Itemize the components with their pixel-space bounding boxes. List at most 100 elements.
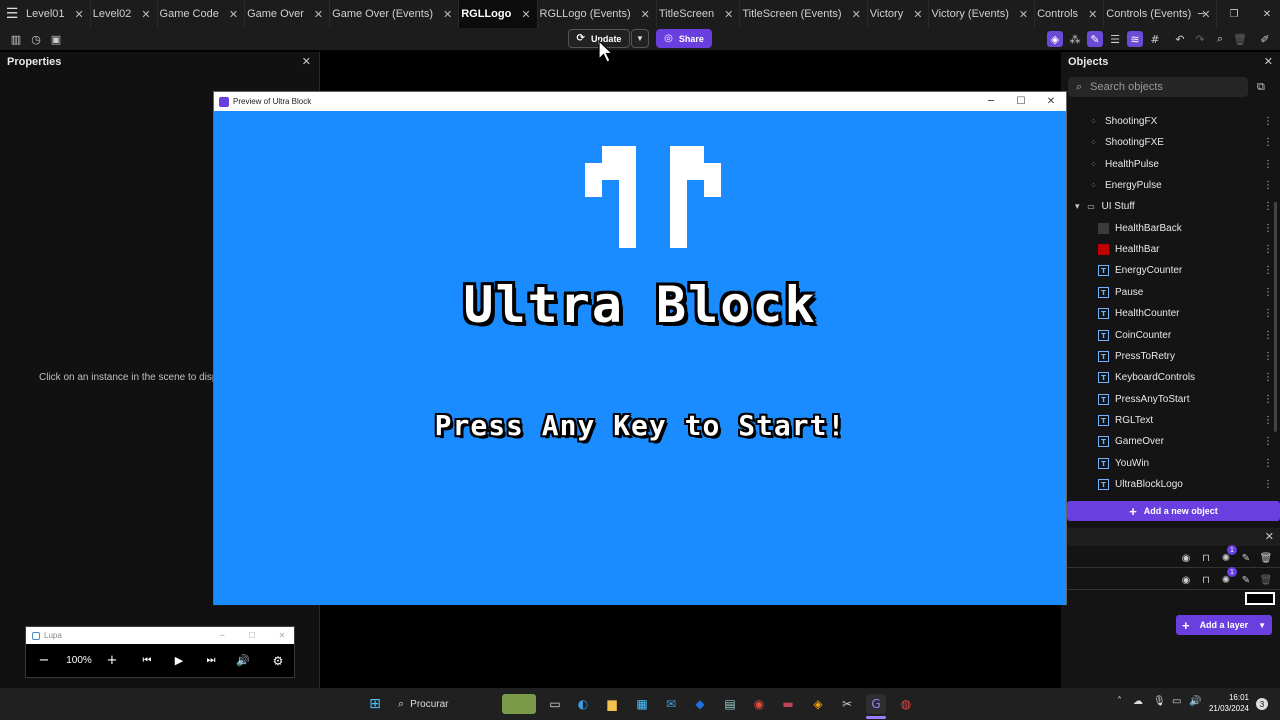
taskbar-search[interactable]: ⌕ Procurar <box>392 694 492 714</box>
more-options-icon[interactable]: ⋮ <box>1263 180 1273 191</box>
widgets-icon[interactable] <box>502 694 536 714</box>
object-list-item[interactable]: T KeyboardControls ⋮ <box>1061 367 1273 388</box>
settings-gear-icon[interactable]: ⚙ <box>268 644 288 677</box>
search-input[interactable] <box>1090 81 1231 93</box>
close-tab-icon[interactable]: ✕ <box>443 8 452 21</box>
edge-browser-icon[interactable]: ◐ <box>573 694 593 714</box>
close-tab-icon[interactable]: ✕ <box>229 8 238 21</box>
folder-expand-icon[interactable]: ▾ <box>1075 202 1080 212</box>
add-layer-button[interactable]: + Add a layer ▼ <box>1176 615 1272 635</box>
tab-game-code[interactable]: Game Code ✕ <box>158 0 246 28</box>
close-icon[interactable]: ✕ <box>302 55 311 68</box>
minimize-window-icon[interactable]: ─ <box>1190 0 1212 28</box>
more-options-icon[interactable]: ⋮ <box>1263 415 1273 426</box>
layers-icon[interactable]: ≋ <box>1127 31 1143 47</box>
close-tab-icon[interactable]: ✕ <box>852 8 861 21</box>
object-folder[interactable]: ▾ ▭ UI Stuff ⋮ <box>1061 196 1273 217</box>
preview-options-dropdown[interactable]: ▼ <box>631 29 649 48</box>
more-options-icon[interactable]: ⋮ <box>1263 137 1273 148</box>
layer-row[interactable]: ◉ ⊓ ✺ 1 ✎ 🗑 <box>1061 545 1280 568</box>
object-list-item[interactable]: T EnergyCounter ⋮ <box>1061 260 1273 281</box>
eye-icon[interactable]: ◉ <box>1179 573 1193 587</box>
close-icon[interactable]: ✕ <box>1264 55 1273 68</box>
tab-rgllogo[interactable]: RGLLogo ✕ <box>459 0 538 28</box>
tab-game-over-events[interactable]: Game Over (Events) ✕ <box>330 0 460 28</box>
recorder-icon[interactable]: ◍ <box>896 694 916 714</box>
more-options-icon[interactable]: ⋮ <box>1263 436 1273 447</box>
zoom-in-icon[interactable]: + <box>102 644 122 677</box>
tab-game-over[interactable]: Game Over ✕ <box>245 0 331 28</box>
chrome-icon[interactable]: ◉ <box>749 694 769 714</box>
close-tab-icon[interactable]: ✕ <box>641 8 650 21</box>
effects-icon[interactable]: ✺ 1 <box>1219 567 1237 587</box>
minimize-icon[interactable]: ─ <box>976 92 1006 111</box>
play-icon[interactable]: ▶ <box>169 644 189 677</box>
hamburger-menu-icon[interactable]: ☰ <box>0 0 24 28</box>
object-list-item[interactable]: T Pause ⋮ <box>1061 282 1273 303</box>
delete-layer-icon[interactable]: 🗑 <box>1259 551 1273 565</box>
more-options-icon[interactable]: ⋮ <box>1263 351 1273 362</box>
object-list-item[interactable]: T RGLText ⋮ <box>1061 410 1273 431</box>
microsoft-store-icon[interactable]: ▦ <box>632 694 652 714</box>
object-list-item[interactable]: HealthBar ⋮ <box>1061 239 1273 260</box>
tab-victory[interactable]: Victory ✕ <box>868 0 930 28</box>
tool-icon[interactable]: ✂ <box>837 694 857 714</box>
maximize-window-icon[interactable]: ❐ <box>1223 0 1245 28</box>
more-options-icon[interactable]: ⋮ <box>1263 265 1273 276</box>
add-folder-icon[interactable]: ⧉ <box>1257 80 1271 94</box>
chevron-down-icon[interactable]: ▼ <box>1258 621 1266 630</box>
close-tab-icon[interactable]: ✕ <box>75 8 84 21</box>
object-cube-icon[interactable]: ◈ <box>1047 31 1063 47</box>
more-options-icon[interactable]: ⋮ <box>1263 479 1273 490</box>
close-icon[interactable]: ✕ <box>272 627 292 644</box>
more-options-icon[interactable]: ⋮ <box>1263 116 1273 127</box>
more-options-icon[interactable]: ⋮ <box>1263 372 1273 383</box>
dropbox-icon[interactable]: ◆ <box>690 694 710 714</box>
more-options-icon[interactable]: ⋮ <box>1263 201 1273 212</box>
layer-row[interactable]: ◉ ⊓ ✺ 1 ✎ 🗑 <box>1061 567 1280 590</box>
game-canvas[interactable]: Ultra Block Press Any Key to Start! <box>214 111 1066 605</box>
edit-scene-icon[interactable]: ✐ <box>1257 31 1273 47</box>
object-list-item[interactable]: T PressAnyToStart ⋮ <box>1061 389 1273 410</box>
close-tab-icon[interactable]: ✕ <box>1019 8 1028 21</box>
object-list-item[interactable]: T CoinCounter ⋮ <box>1061 325 1273 346</box>
object-list-item[interactable]: ⁘ ShootingFXE ⋮ <box>1061 132 1273 153</box>
panels-icon[interactable]: ▥ <box>8 31 24 47</box>
object-list-item[interactable]: ⁘ EnergyPulse ⋮ <box>1061 175 1273 196</box>
mail-icon[interactable]: ✉ <box>661 694 681 714</box>
network-icon[interactable]: ▭ <box>1172 696 1181 707</box>
tab-controls[interactable]: Controls ✕ <box>1035 0 1105 28</box>
more-options-icon[interactable]: ⋮ <box>1263 308 1273 319</box>
tab-level01[interactable]: Level01 ✕ <box>24 0 91 28</box>
delete-icon[interactable]: 🗑 <box>1232 31 1248 47</box>
close-tab-icon[interactable]: ✕ <box>913 8 922 21</box>
object-list-item[interactable]: ⁘ ShootingFX ⋮ <box>1061 111 1273 132</box>
close-icon[interactable]: ✕ <box>1036 92 1066 111</box>
close-tab-icon[interactable]: ✕ <box>521 8 530 21</box>
show-hidden-icons-icon[interactable]: ˄ <box>1117 696 1122 707</box>
close-tab-icon[interactable]: ✕ <box>141 8 150 21</box>
close-icon[interactable]: ✕ <box>1265 530 1274 543</box>
close-tab-icon[interactable]: ✕ <box>724 8 733 21</box>
more-options-icon[interactable]: ⋮ <box>1263 458 1273 469</box>
object-groups-icon[interactable]: ⁂ <box>1067 31 1083 47</box>
gdevelop-icon[interactable]: G <box>866 694 886 714</box>
background-color-swatch[interactable] <box>1245 592 1275 605</box>
onedrive-icon[interactable]: ☁ <box>1133 696 1143 707</box>
effects-icon[interactable]: ✺ 1 <box>1219 545 1237 565</box>
share-button[interactable]: ◎ Share <box>656 29 712 48</box>
tab-victory-events[interactable]: Victory (Events) ✕ <box>929 0 1036 28</box>
more-options-icon[interactable]: ⋮ <box>1263 223 1273 234</box>
object-list-item[interactable]: HealthBarBack ⋮ <box>1061 218 1273 239</box>
history-icon[interactable]: ◷ <box>28 31 44 47</box>
magnifier-window[interactable]: Lupa ─ ☐ ✕ − 100% + ⏮ ▶ ⏭ 🔊 ⚙ <box>25 626 295 678</box>
read-aloud-icon[interactable]: 🔊 <box>233 644 253 677</box>
file-explorer-icon[interactable]: ▆ <box>602 694 622 714</box>
taskbar-clock[interactable]: 16:01 21/03/2024 <box>1203 692 1249 714</box>
lock-icon[interactable]: ⊓ <box>1199 573 1213 587</box>
microphone-icon[interactable]: 🎙 <box>1153 696 1166 707</box>
eye-icon[interactable]: ◉ <box>1179 551 1193 565</box>
app-icon[interactable]: ▬ <box>778 694 798 714</box>
maximize-icon[interactable]: ☐ <box>1006 92 1036 111</box>
previous-icon[interactable]: ⏮ <box>137 644 157 677</box>
